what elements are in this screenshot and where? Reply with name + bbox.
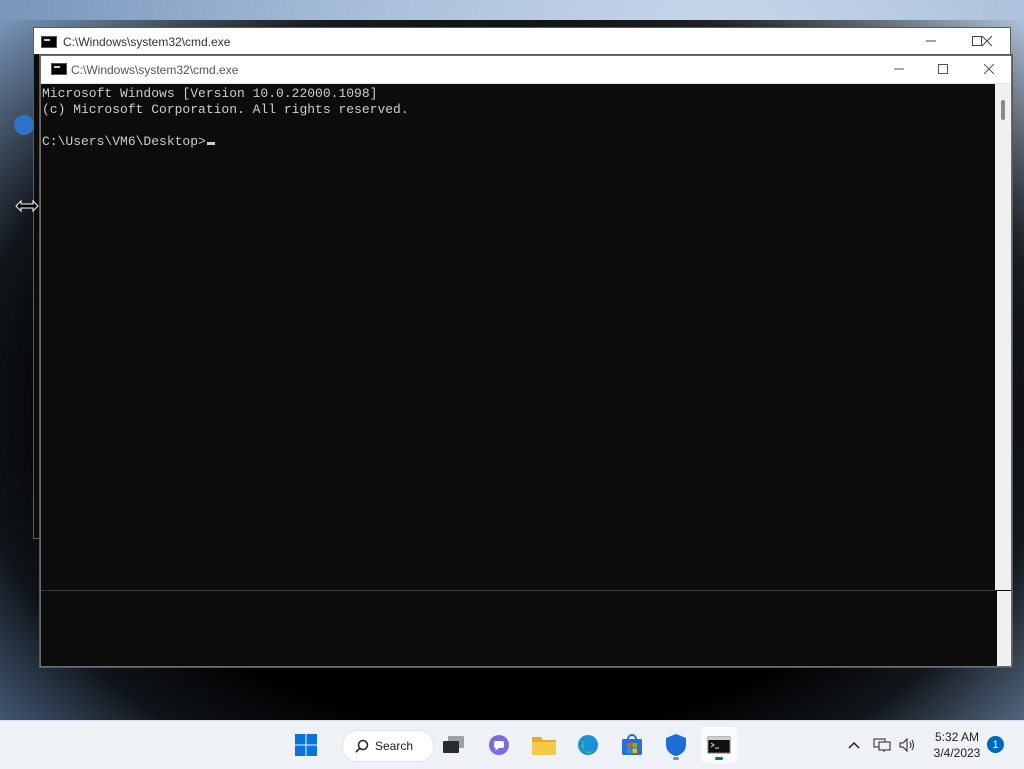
window-title: C:\Windows\system32\cmd.exe (71, 63, 239, 77)
background-title-bar[interactable]: C:\Windows\system32\cmd.exe (34, 28, 1010, 55)
close-icon (984, 64, 994, 74)
start-button[interactable] (288, 727, 324, 763)
maximize-icon (938, 64, 948, 74)
clock[interactable]: 5:32 AM 3/4/2023 (924, 729, 990, 761)
resize-horizontal-cursor-icon (15, 199, 39, 213)
windows-logo-icon (295, 734, 317, 756)
console-lower-area (40, 591, 997, 667)
background-window-title: C:\Windows\system32\cmd.exe (63, 35, 231, 49)
console-output[interactable]: Microsoft Windows [Version 10.0.22000.10… (40, 84, 995, 591)
lower-scrollbar[interactable] (997, 591, 1012, 667)
clock-date: 3/4/2023 (933, 746, 981, 760)
task-view-icon (443, 736, 464, 753)
close-button[interactable] (964, 28, 1010, 54)
console-line: Microsoft Windows [Version 10.0.22000.10… (42, 86, 378, 101)
desktop-icon[interactable] (0, 95, 34, 155)
chat-button[interactable] (481, 727, 517, 763)
store-icon (622, 734, 642, 755)
close-icon (982, 36, 992, 46)
active-indicator (715, 757, 723, 760)
cmd-app-icon (51, 63, 67, 75)
file-explorer-button[interactable] (526, 727, 562, 763)
edge-browser-button[interactable] (570, 727, 606, 763)
minimize-icon (894, 68, 904, 70)
vertical-scrollbar[interactable] (995, 84, 1012, 590)
task-view-button[interactable] (436, 727, 472, 763)
console-prompt: C:\Users\VM6\Desktop> (42, 134, 206, 149)
running-indicator (673, 757, 679, 760)
minimize-button[interactable] (908, 28, 954, 54)
cmd-window[interactable]: C:\Windows\system32\cmd.exe Microsoft Wi… (40, 55, 1012, 667)
cmd-app-icon (41, 36, 57, 48)
security-button[interactable] (658, 727, 694, 763)
volume-button[interactable] (897, 721, 919, 769)
scrollbar-thumb[interactable] (1001, 100, 1005, 120)
search-label: Search (375, 739, 414, 753)
console-line: (c) Microsoft Corporation. All rights re… (42, 102, 409, 117)
show-hidden-icons-button[interactable] (844, 721, 864, 769)
shield-icon (666, 734, 686, 756)
folder-icon (532, 737, 556, 755)
terminal-taskbar-button[interactable] (701, 727, 737, 763)
network-button[interactable] (872, 721, 892, 769)
cmd-icon (707, 736, 731, 754)
search-button[interactable]: Search (342, 730, 434, 762)
store-button[interactable] (614, 727, 650, 763)
maximize-button[interactable] (920, 55, 966, 83)
text-cursor (206, 142, 215, 145)
chevron-up-icon (848, 741, 860, 749)
close-button[interactable] (966, 55, 1012, 83)
teams-chat-icon (489, 735, 509, 755)
clock-time: 5:32 AM (934, 730, 980, 744)
minimize-button[interactable] (876, 55, 922, 83)
title-bar[interactable]: C:\Windows\system32\cmd.exe (40, 55, 1012, 84)
edge-icon (14, 115, 34, 135)
network-icon (873, 738, 891, 752)
speaker-icon (899, 737, 914, 753)
edge-icon (578, 735, 598, 755)
taskbar: Search 5:32 AM 3/4/2023 1 (0, 720, 1024, 769)
notification-badge[interactable]: 1 (987, 736, 1004, 753)
minimize-icon (926, 40, 936, 42)
search-icon (355, 739, 369, 753)
